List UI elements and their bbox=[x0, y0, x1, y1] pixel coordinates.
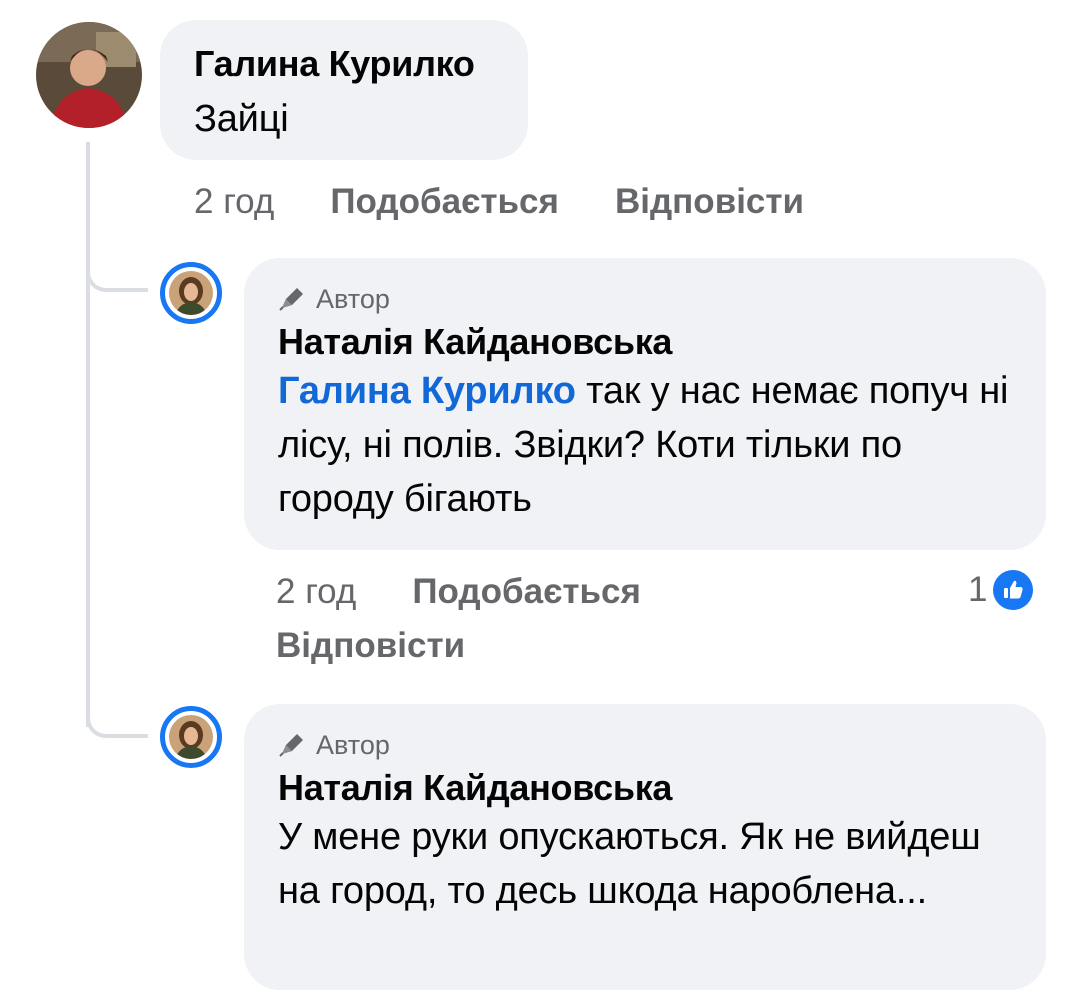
reply-author[interactable]: Наталія Кайдановська bbox=[278, 320, 1012, 364]
mention-link[interactable]: Галина Курилко bbox=[278, 370, 576, 412]
reaction-count: 1 bbox=[968, 570, 988, 609]
like-button[interactable]: Подобається bbox=[412, 572, 641, 611]
reply-button[interactable]: Відповісти bbox=[615, 182, 804, 221]
author-badge-label: Автор bbox=[316, 284, 390, 314]
avatar[interactable] bbox=[36, 22, 142, 128]
pencil-icon bbox=[278, 286, 306, 312]
comment-author[interactable]: Галина Курилко bbox=[194, 42, 494, 86]
thread-branch bbox=[86, 708, 148, 738]
comment-time[interactable]: 2 год bbox=[194, 182, 274, 221]
reply-button[interactable]: Відповісти bbox=[276, 626, 465, 665]
reply-time[interactable]: 2 год bbox=[276, 572, 356, 611]
author-badge: Автор bbox=[278, 282, 1012, 316]
thread-branch bbox=[86, 262, 148, 292]
reaction-summary[interactable]: 1 bbox=[968, 568, 1034, 612]
thread-line bbox=[86, 142, 90, 727]
like-button[interactable]: Подобається bbox=[330, 182, 559, 221]
pencil-icon bbox=[278, 732, 306, 758]
author-badge-label: Автор bbox=[316, 730, 390, 760]
reply-text: У мене руки опускаються. Як не вийдеш на… bbox=[278, 816, 981, 912]
reply-author[interactable]: Наталія Кайдановська bbox=[278, 766, 1012, 810]
comment-actions: 2 год Подобається Відповісти bbox=[194, 180, 804, 224]
thumbs-up-icon bbox=[993, 570, 1034, 610]
reply-bubble: Автор Наталія Кайдановська Галина Курилк… bbox=[244, 258, 1046, 550]
comment-thread: Галина Курилко Зайці 2 год Подобається Від… bbox=[0, 0, 1080, 991]
avatar[interactable] bbox=[160, 262, 222, 324]
avatar[interactable] bbox=[160, 706, 222, 768]
comment-bubble: Галина Курилко Зайці bbox=[160, 20, 528, 160]
comment-text: Зайці bbox=[194, 98, 289, 140]
reply-actions-row2: Відповісти bbox=[276, 624, 465, 668]
reply-bubble: Автор Наталія Кайдановська У мене руки о… bbox=[244, 704, 1046, 990]
reply-actions: 2 год Подобається bbox=[276, 570, 641, 614]
author-badge: Автор bbox=[278, 728, 1012, 762]
reply-text: Галина Курилко так у нас немає попуч ні … bbox=[278, 364, 1012, 526]
